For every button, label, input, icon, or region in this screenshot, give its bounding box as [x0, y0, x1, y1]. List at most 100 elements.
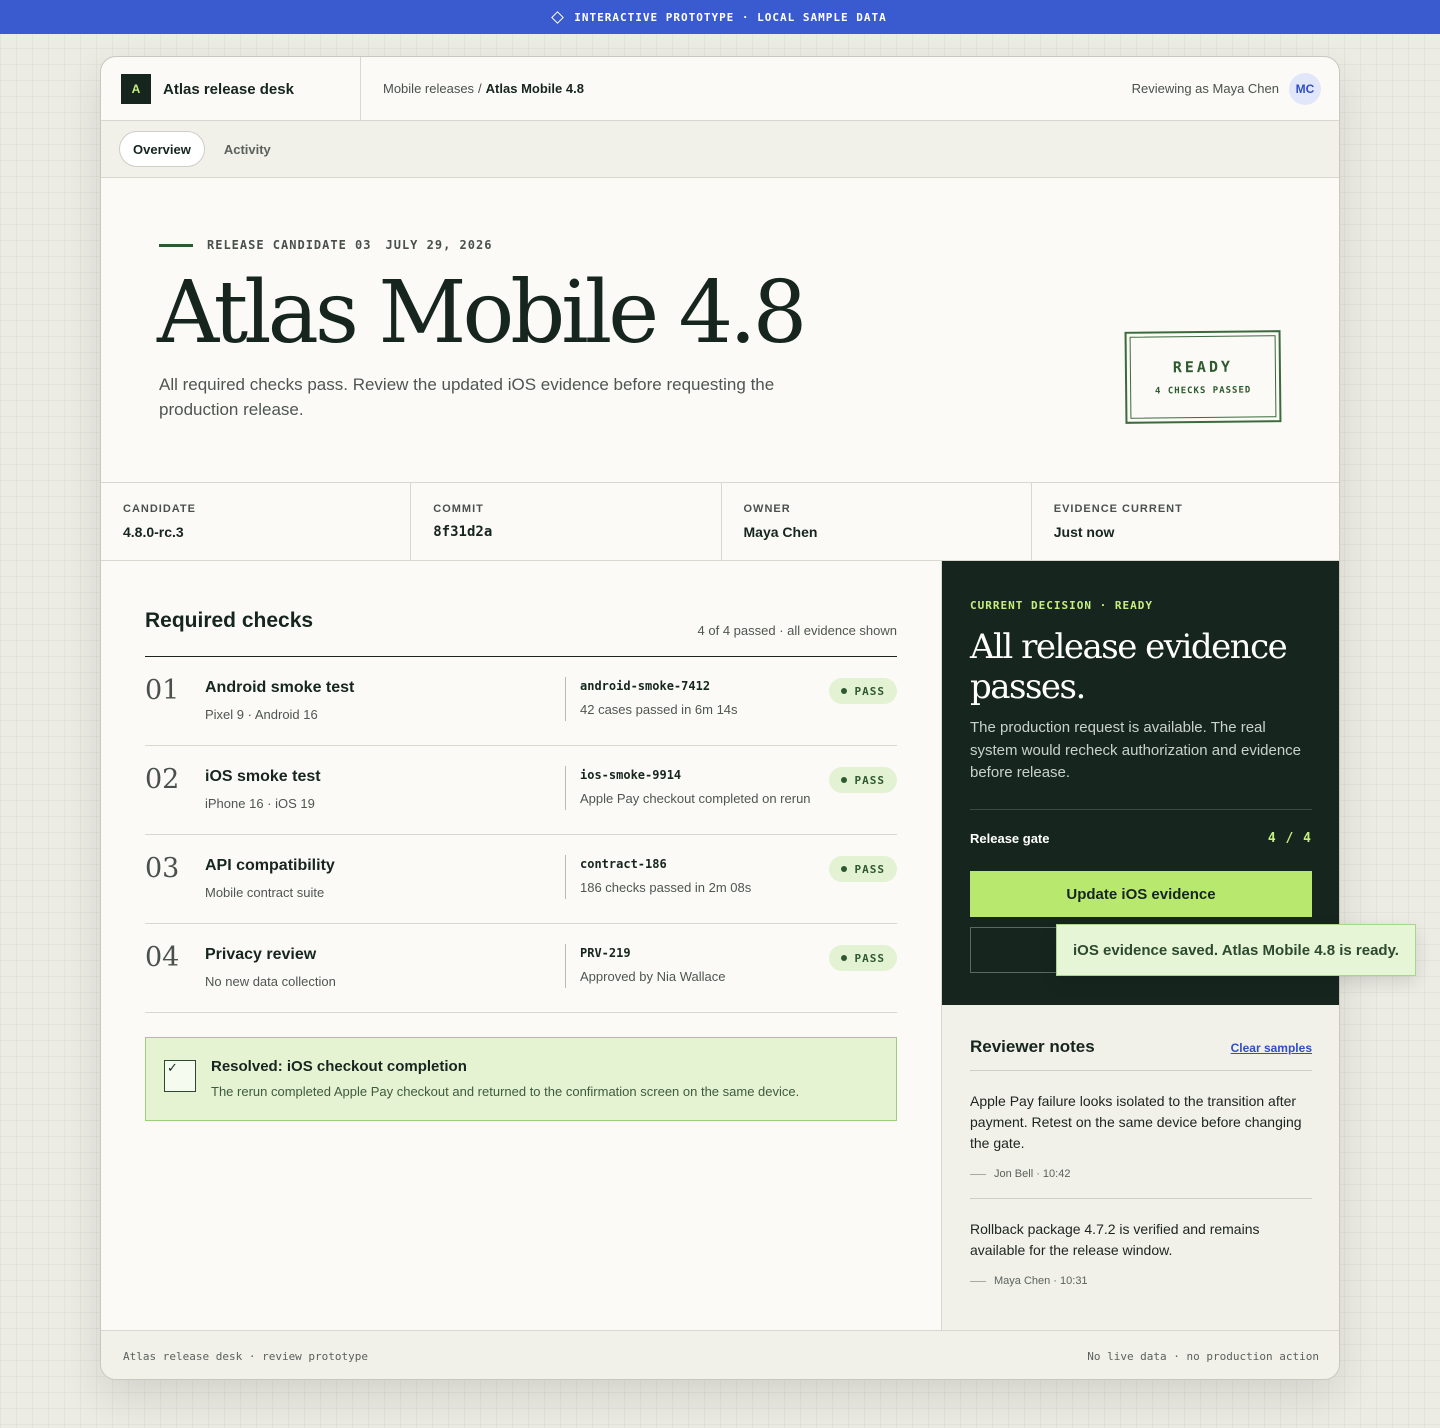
meta-label: EVIDENCE CURRENT	[1053, 503, 1183, 515]
check-subtitle: Mobile contract suite	[205, 885, 325, 900]
decision-title: All release evidence passes.	[970, 627, 1288, 707]
banner-text: INTERACTIVE PROTOTYPE · LOCAL SAMPLE DAT…	[574, 10, 887, 24]
check-subtitle: iPhone 16 · iOS 19	[205, 796, 315, 811]
check-job-id[interactable]: android-smoke-7412	[580, 679, 710, 693]
footer: Atlas release desk · review prototype No…	[101, 1330, 1339, 1379]
footer-left: Atlas release desk · review prototype	[123, 1349, 369, 1363]
meta-value: Maya Chen	[743, 524, 818, 540]
check-title: iOS smoke test	[205, 768, 321, 785]
breadcrumb-parent[interactable]: Mobile releases	[383, 81, 474, 96]
breadcrumb-current: Atlas Mobile 4.8	[485, 81, 584, 96]
meta-label: CANDIDATE	[123, 503, 196, 515]
check-detail: Approved by Nia Wallace	[580, 969, 726, 984]
note-meta: Maya Chen · 10:31	[970, 1275, 1312, 1287]
meta-commit: COMMIT 8f31d2a	[411, 483, 722, 560]
check-row[interactable]: 03 API compatibility Mobile contract sui…	[145, 835, 897, 924]
tab-activity[interactable]: Activity	[211, 131, 284, 167]
brand[interactable]: A Atlas release desk	[101, 57, 361, 121]
breadcrumb: Mobile releases / Atlas Mobile 4.8	[361, 57, 1132, 120]
status-badge: PASS	[828, 767, 897, 793]
status-dot-icon	[840, 777, 847, 783]
release-meta: CANDIDATE 4.8.0-rc.3 COMMIT 8f31d2a OWNE…	[101, 482, 1339, 561]
status-badge: PASS	[828, 945, 897, 971]
check-job-id[interactable]: ios-smoke-9914	[580, 768, 681, 782]
note-text: Apple Pay failure looks isolated to the …	[970, 1093, 1302, 1151]
footer-right: No live data · no production action	[1087, 1349, 1319, 1363]
status-dot-icon	[840, 688, 847, 694]
meta-owner: OWNER Maya Chen	[722, 483, 1032, 560]
toast-notification[interactable]: iOS evidence saved. Atlas Mobile 4.8 is …	[1056, 924, 1416, 976]
note-meta: Jon Bell · 10:42	[970, 1168, 1312, 1180]
tab-overview[interactable]: Overview	[119, 131, 205, 167]
ready-stamp: READY 4 CHECKS PASSED	[1124, 330, 1282, 424]
status-badge: PASS	[828, 678, 897, 704]
resolved-text: The rerun completed Apple Pay checkout a…	[211, 1084, 800, 1099]
update-ios-evidence-button[interactable]: Update iOS evidence	[970, 871, 1312, 917]
check-title: Privacy review	[205, 946, 317, 963]
check-job-id[interactable]: contract-186	[580, 857, 667, 871]
meta-label: OWNER	[743, 503, 791, 515]
check-detail: Apple Pay checkout completed on rerun	[580, 791, 811, 806]
check-detail: 42 cases passed in 6m 14s	[580, 702, 738, 717]
status-text: PASS	[854, 773, 885, 787]
checks-header: Required checks 4 of 4 passed · all evid…	[145, 561, 897, 657]
stamp-detail: 4 CHECKS PASSED	[1154, 385, 1252, 397]
checks-summary: 4 of 4 passed · all evidence shown	[697, 623, 897, 638]
note-dash	[970, 1173, 986, 1175]
reviewer-notes: Reviewer notes Clear samples Apple Pay f…	[970, 1005, 1312, 1305]
check-title: API compatibility	[205, 857, 335, 874]
hero-eyebrow: RELEASE CANDIDATE 03 JULY 29, 2026	[159, 238, 492, 252]
check-divider	[565, 944, 566, 988]
check-number: 04	[145, 942, 180, 973]
check-row[interactable]: 01 Android smoke test Pixel 9 · Android …	[145, 657, 897, 746]
check-title: Android smoke test	[205, 679, 355, 696]
status-dot-icon	[840, 866, 847, 872]
check-divider	[565, 766, 566, 810]
tab-bar: Overview Activity	[101, 121, 1339, 178]
note-text: Rollback package 4.7.2 is verified and r…	[970, 1221, 1260, 1258]
check-number: 01	[145, 675, 180, 706]
note-author: Maya Chen · 10:31	[994, 1275, 1088, 1287]
status-dot-icon	[840, 955, 847, 961]
note-item: Apple Pay failure looks isolated to the …	[970, 1071, 1312, 1199]
check-number: 02	[145, 764, 180, 795]
app-logo: A	[121, 74, 151, 104]
status-text: PASS	[854, 862, 885, 876]
app-name: Atlas release desk	[163, 80, 294, 98]
hero-lead: All required checks pass. Review the upd…	[159, 375, 775, 419]
gate-label: Release gate	[970, 831, 1050, 846]
app-header: A Atlas release desk Mobile releases / A…	[101, 57, 1339, 121]
status-text: PASS	[854, 684, 885, 698]
meta-label: COMMIT	[433, 503, 484, 515]
resolved-checkbox[interactable]: ✓	[164, 1060, 196, 1092]
check-number: 03	[145, 853, 180, 884]
meta-value: 8f31d2a	[433, 524, 493, 540]
reviewer-info: Reviewing as Maya Chen MC	[1132, 57, 1339, 120]
decision-eyebrow: CURRENT DECISION · READY	[970, 599, 1153, 612]
check-row[interactable]: 02 iOS smoke test iPhone 16 · iOS 19 ios…	[145, 746, 897, 835]
notes-header: Reviewer notes Clear samples	[970, 1005, 1312, 1071]
note-dash	[970, 1280, 986, 1282]
checks-heading: Required checks	[145, 609, 314, 632]
clear-samples-link[interactable]: Clear samples	[1231, 1041, 1312, 1055]
check-subtitle: Pixel 9 · Android 16	[205, 707, 318, 722]
check-divider	[565, 677, 566, 721]
avatar[interactable]: MC	[1289, 72, 1321, 105]
resolved-title: Resolved: iOS checkout completion	[211, 1058, 467, 1075]
check-job-id[interactable]: PRV-219	[580, 946, 631, 960]
check-subtitle: No new data collection	[205, 974, 336, 989]
status-text: PASS	[854, 951, 885, 965]
prototype-banner: INTERACTIVE PROTOTYPE · LOCAL SAMPLE DAT…	[0, 0, 1440, 34]
meta-candidate: CANDIDATE 4.8.0-rc.3	[101, 483, 412, 560]
page-title: Atlas Mobile 4.8	[157, 263, 807, 363]
status-badge: PASS	[828, 856, 897, 882]
release-date: JULY 29, 2026	[385, 238, 493, 252]
check-divider	[565, 855, 566, 899]
required-checks: Required checks 4 of 4 passed · all evid…	[145, 561, 897, 1013]
meta-value: 4.8.0-rc.3	[123, 524, 184, 540]
meta-evidence: EVIDENCE CURRENT Just now	[1032, 483, 1339, 560]
decision-divider	[970, 809, 1312, 810]
check-row[interactable]: 04 Privacy review No new data collection…	[145, 924, 897, 1013]
decision-desc: The production request is available. The…	[970, 719, 1302, 781]
candidate-label: RELEASE CANDIDATE 03	[207, 238, 372, 252]
